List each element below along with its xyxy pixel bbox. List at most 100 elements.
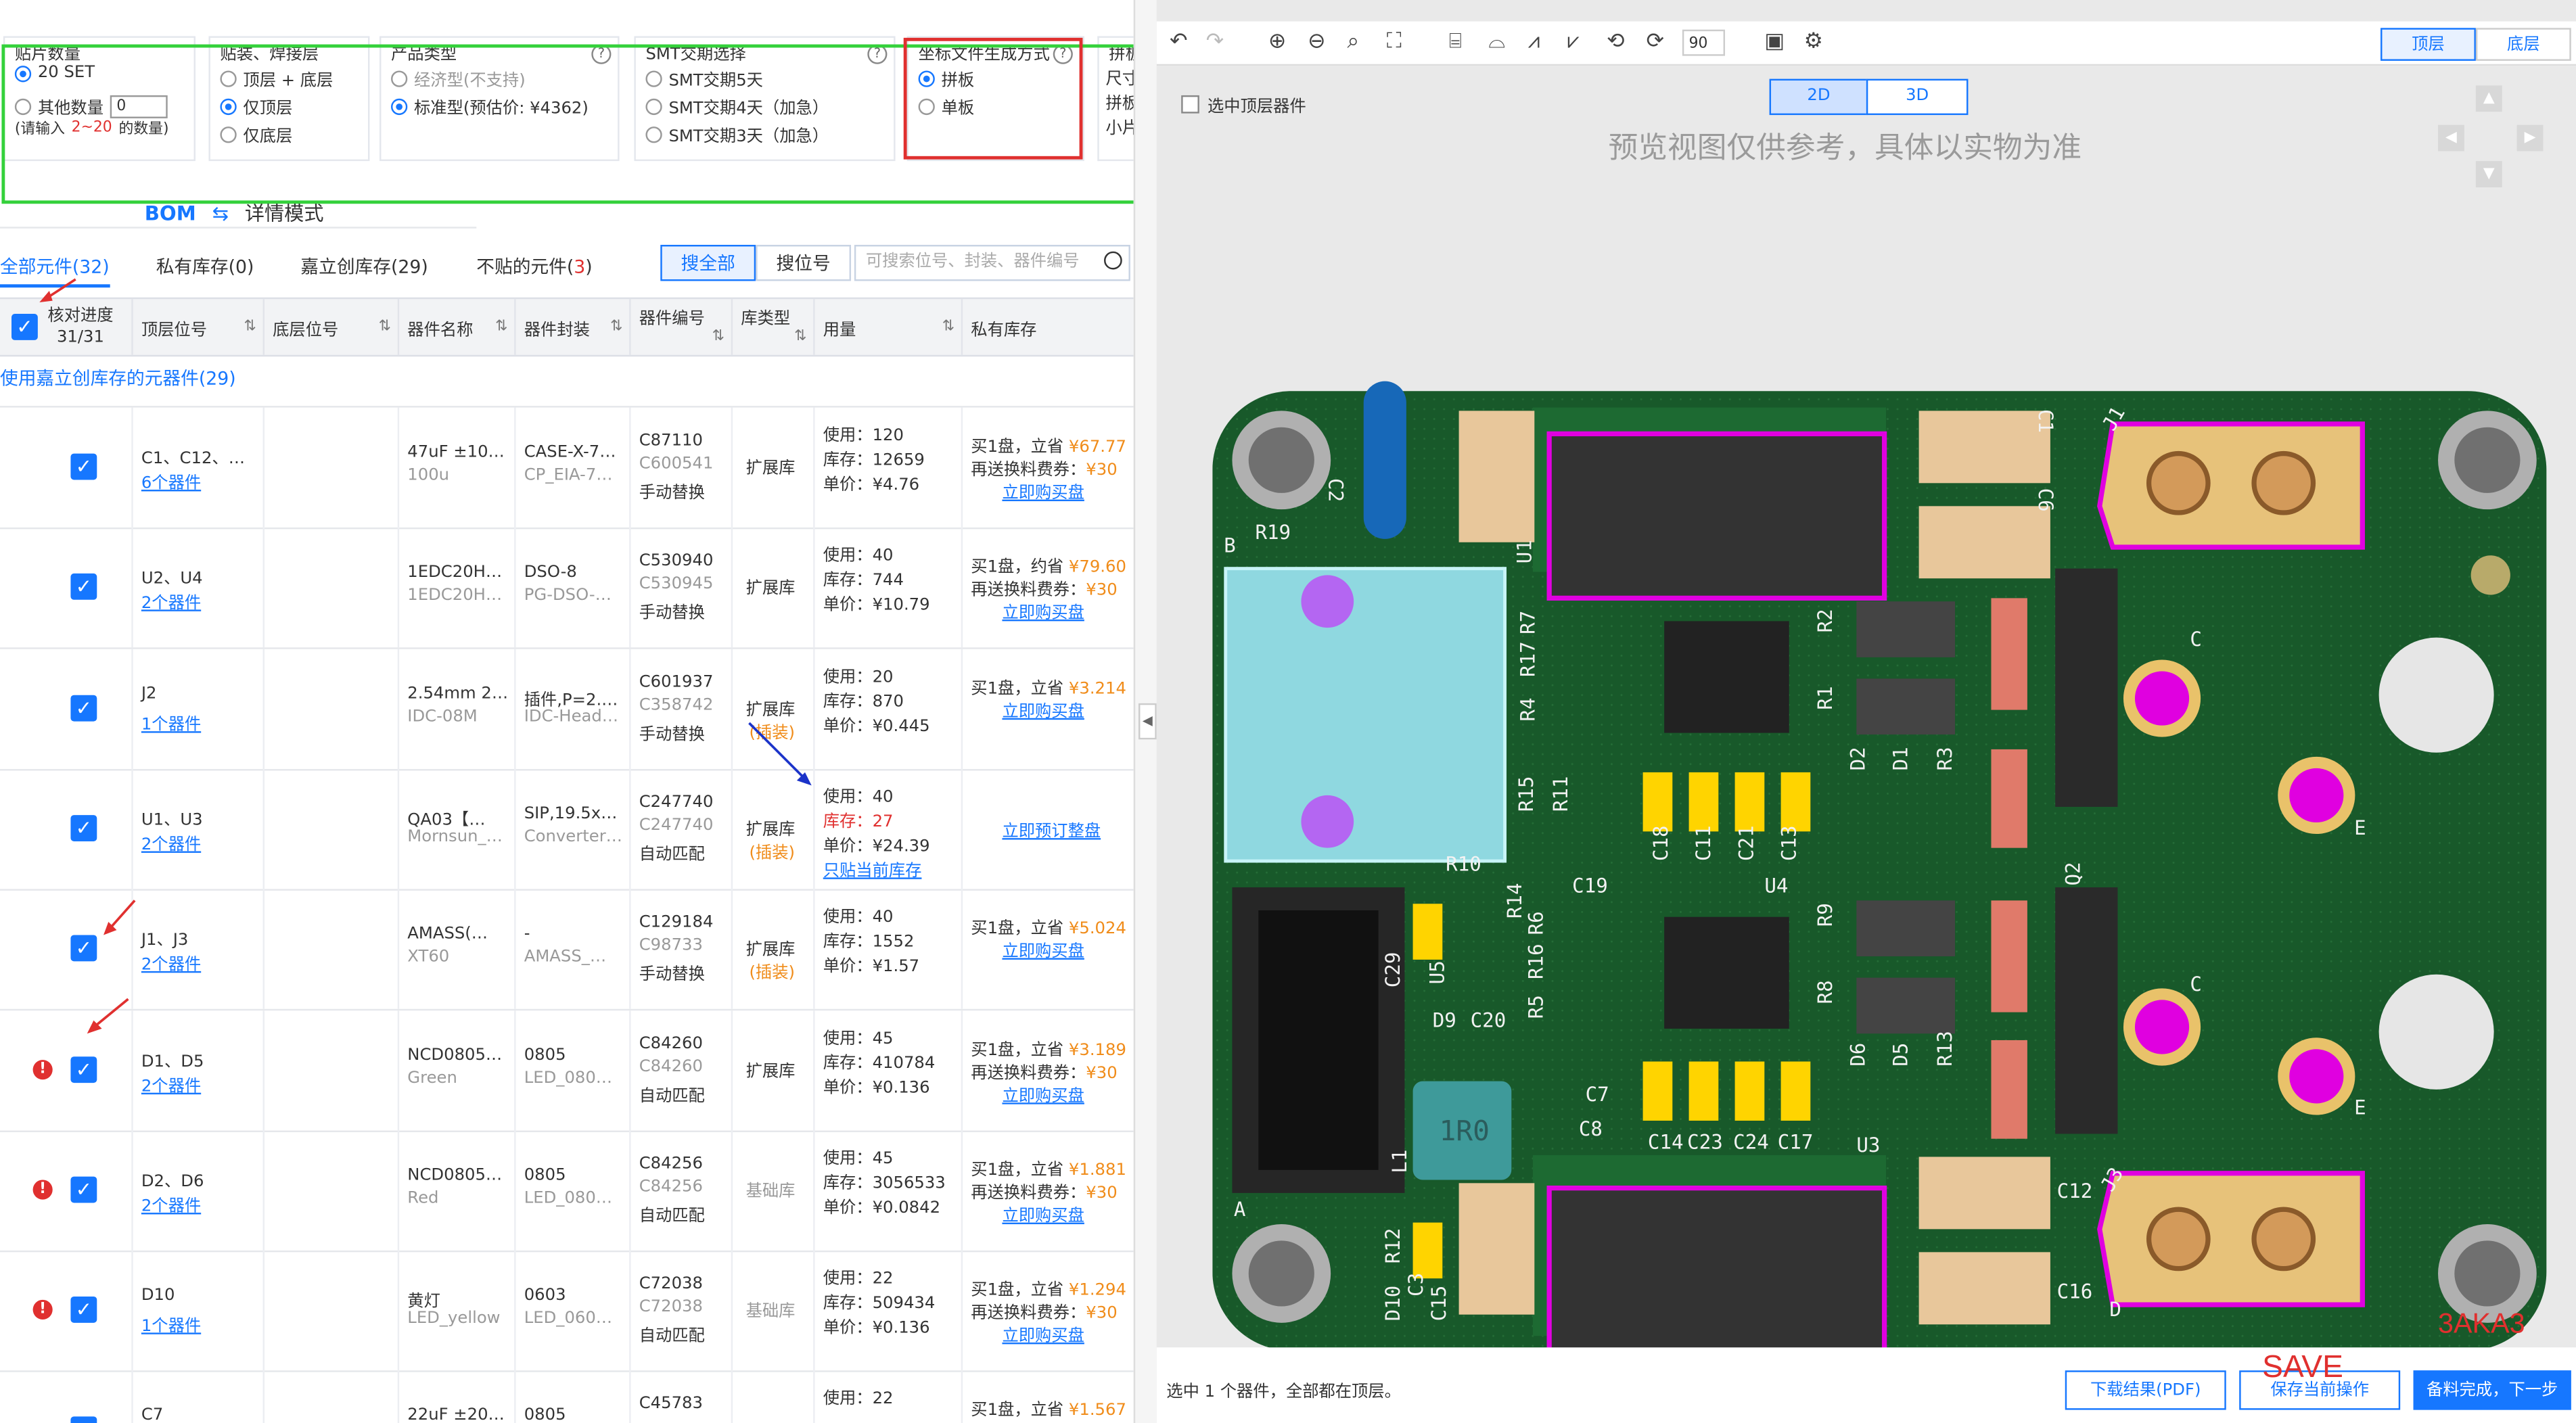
- mirror-icon[interactable]: ⩗: [1567, 30, 1580, 54]
- next-step-button[interactable]: 备料完成，下一步: [2413, 1370, 2571, 1410]
- zoom-area-icon[interactable]: ⌕: [1347, 30, 1359, 54]
- pan-down-icon[interactable]: ▼: [2475, 161, 2502, 187]
- pcb-board-preview[interactable]: [1212, 375, 2553, 1351]
- silkscreen-label-c12: C12: [2056, 1180, 2093, 1203]
- silkscreen-label-ind: 1R0: [1439, 1115, 1490, 1149]
- silkscreen-label-c-top: C: [2190, 628, 2202, 651]
- power-pad: [2278, 1037, 2355, 1115]
- cap-c17: [1780, 1061, 1811, 1121]
- silkscreen-label-c-mid: C: [2190, 973, 2202, 996]
- pcb-viewer: ↶ ↷ ⊕ ⊖ ⌕ ⛶ ⌸ ⌓ ⩘ ⩗ ⟲ ⟳ 90 ▣ ⚙ 顶层 底层 选中顶…: [1156, 0, 2576, 1423]
- silkscreen-label-r19: R19: [1255, 521, 1291, 544]
- silkscreen-label-e-top: E: [2354, 816, 2366, 840]
- large-pad: [2378, 637, 2494, 753]
- annotation-arrows: [39, 278, 812, 1034]
- driver-ic-u4: [1664, 916, 1789, 1029]
- view-3d-button[interactable]: 3D: [1866, 78, 1969, 116]
- zoom-out-icon[interactable]: ⊖: [1308, 30, 1325, 54]
- silkscreen-label-c14: C14: [1647, 1130, 1684, 1154]
- bom-panel: 贴片数量 20 SET 其他数量 0 (请输入 2~20 的数量) 贴装、焊接层 顶…: [0, 0, 1134, 1423]
- red-arrow-head-icon: [39, 291, 53, 303]
- arc-icon[interactable]: ⌓: [1488, 30, 1505, 54]
- image-icon[interactable]: ▣: [1764, 30, 1785, 54]
- resistor-r-mid: [1991, 749, 2027, 848]
- power-pad: [2123, 988, 2201, 1066]
- resistor-r-bottom: [1991, 900, 2027, 1012]
- silkscreen-label-c18: C18: [1649, 825, 1673, 862]
- redo-icon[interactable]: ↷: [1206, 30, 1224, 54]
- collapse-handle-icon[interactable]: ◀: [1138, 703, 1157, 740]
- rotate-back-icon[interactable]: ⟳: [1646, 30, 1663, 54]
- pan-right-icon[interactable]: ▶: [2516, 124, 2544, 151]
- silkscreen-label-d10: D10: [1381, 1285, 1405, 1322]
- undo-icon[interactable]: ↶: [1170, 30, 1187, 54]
- mosfet-q1: [2055, 568, 2118, 807]
- layer-top-button[interactable]: 顶层: [2380, 28, 2476, 61]
- silkscreen-label-c21: C21: [1734, 825, 1758, 862]
- cap-c24: [1734, 1061, 1765, 1121]
- flip-icon[interactable]: ⩘: [1528, 30, 1540, 54]
- tantalum-cap-c3: [1458, 1183, 1535, 1315]
- select-top-checkbox[interactable]: 选中顶层器件: [1181, 92, 1306, 117]
- silkscreen-label-c6: C6: [2033, 488, 2057, 512]
- blue-arrow-icon: [748, 722, 808, 782]
- pin-icon: [1301, 795, 1354, 848]
- xt60-connector-j3: [2097, 1171, 2365, 1307]
- silkscreen-label-a: A: [1233, 1198, 1246, 1221]
- ic-u1-top: [1546, 431, 1887, 601]
- silkscreen-label-d6: D6: [1846, 1042, 1870, 1067]
- zoom-in-icon[interactable]: ⊕: [1268, 30, 1286, 54]
- viewer-toolbar: ↶ ↷ ⊕ ⊖ ⌕ ⛶ ⌸ ⌓ ⩘ ⩗ ⟲ ⟳ 90 ▣ ⚙ 顶层 底层: [1156, 21, 2576, 66]
- cap-c18: [1642, 772, 1673, 832]
- rotate-icon[interactable]: ⟲: [1607, 30, 1624, 54]
- silkscreen-label-c19: C19: [1572, 874, 1608, 897]
- resistor-r13: [1991, 1040, 2027, 1139]
- silkscreen-label-r7: R7: [1516, 610, 1540, 634]
- silkscreen-label-r17: R17: [1516, 641, 1540, 677]
- preview-notice: 预览视图仅供参考，具体以实物为准: [1608, 131, 2082, 166]
- view-2d-button[interactable]: 2D: [1769, 78, 1868, 116]
- silkscreen-label-b: B: [1224, 534, 1236, 557]
- silkscreen-label-d: D: [2109, 1298, 2121, 1322]
- silkscreen-label-c1: C1: [2033, 409, 2057, 434]
- silkscreen-label-c29: C29: [1381, 952, 1405, 988]
- silkscreen-label-c11: C11: [1692, 825, 1716, 862]
- cap-c14: [1642, 1061, 1673, 1121]
- fit-view-icon[interactable]: ⛶: [1387, 30, 1402, 54]
- diode-block: [1856, 678, 1956, 735]
- silkscreen-label-c13: C13: [1777, 825, 1801, 862]
- cap-c13: [1780, 772, 1811, 832]
- silkscreen-label-r8: R8: [1814, 980, 1837, 1004]
- layer-bottom-button[interactable]: 底层: [2475, 28, 2571, 61]
- text-icon[interactable]: ⌸: [1449, 30, 1462, 54]
- silkscreen-label-r14: R14: [1503, 883, 1527, 919]
- silkscreen-label-r12: R12: [1381, 1228, 1405, 1264]
- silkscreen-label-r13: R13: [1933, 1031, 1957, 1067]
- download-pdf-button[interactable]: 下载结果(PDF): [2065, 1370, 2226, 1410]
- pan-left-icon[interactable]: ◀: [2438, 124, 2464, 151]
- mosfet-q2: [2055, 887, 2118, 1134]
- silkscreen-label-c23: C23: [1687, 1130, 1723, 1154]
- large-pad: [2378, 974, 2494, 1090]
- cap-c3-small: [1412, 1222, 1443, 1279]
- tantalum-cap-c12: [1918, 1157, 2050, 1230]
- silkscreen-label-c24: C24: [1733, 1130, 1769, 1154]
- power-pad: [2123, 659, 2201, 737]
- driver-ic-u2: [1664, 621, 1789, 733]
- gear-icon[interactable]: ⚙: [1804, 30, 1823, 54]
- checkbox-icon[interactable]: [1181, 95, 1199, 114]
- silkscreen-label-r16: R16: [1524, 943, 1548, 980]
- silkscreen-label-e-mid: E: [2354, 1096, 2366, 1119]
- diode-block: [1856, 977, 1956, 1034]
- rotation-angle-input[interactable]: 90: [1682, 29, 1726, 56]
- silkscreen-label-u3: U3: [1856, 1134, 1881, 1157]
- red-arrow-icon: [107, 900, 136, 931]
- cap-c2: [1412, 904, 1443, 960]
- cap-c23: [1688, 1061, 1719, 1121]
- silkscreen-label-r1: R1: [1814, 686, 1837, 710]
- silkscreen-label-r5: R5: [1524, 995, 1548, 1019]
- pan-up-icon[interactable]: ▲: [2475, 85, 2502, 112]
- xt60-connector-j1: [2097, 421, 2365, 550]
- tantalum-cap-c16: [1918, 1252, 2050, 1325]
- silkscreen-label-l1: L1: [1388, 1149, 1412, 1173]
